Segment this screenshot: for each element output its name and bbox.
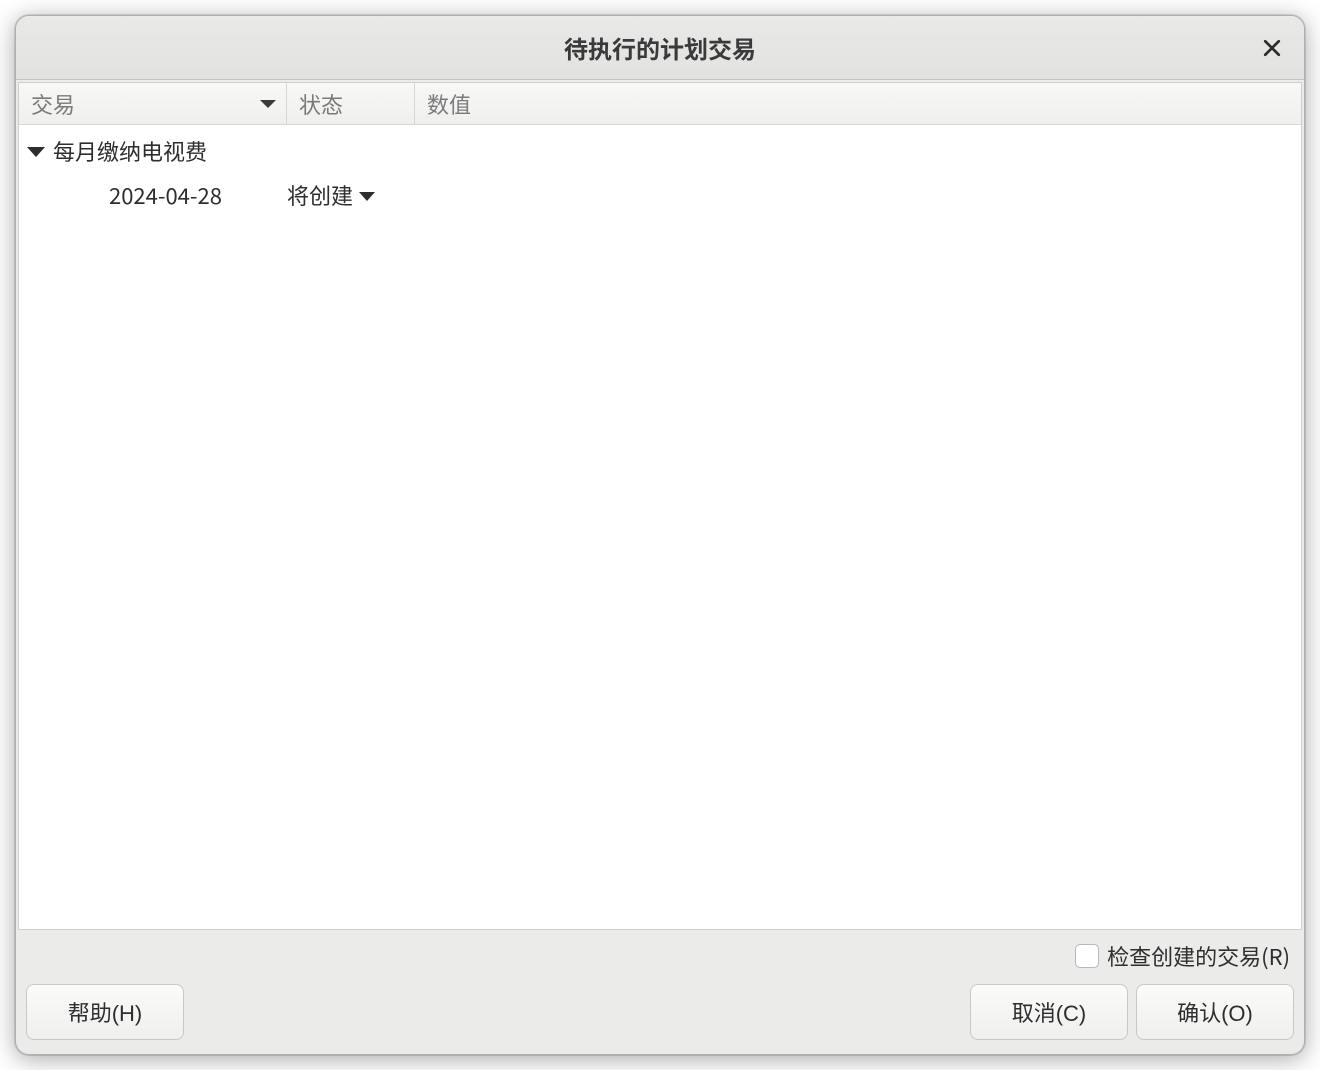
table-row[interactable]: 2024-04-28 将创建: [19, 173, 1301, 217]
dialog-window: 待执行的计划交易 交易 状态 数值: [15, 15, 1305, 1055]
titlebar: 待执行的计划交易: [16, 16, 1304, 80]
column-header-label: 状态: [299, 88, 343, 120]
dialog-footer: 检查创建的交易(R) 帮助(H) 取消(C) 确认(O): [18, 930, 1302, 1054]
disclosure-triangle-icon: [27, 147, 45, 157]
column-header-label: 交易: [31, 88, 75, 120]
review-checkbox-label[interactable]: 检查创建的交易(R): [1107, 940, 1290, 972]
cell-status-dropdown[interactable]: 将创建: [287, 179, 415, 211]
column-header-transaction[interactable]: 交易: [19, 83, 287, 124]
cancel-button[interactable]: 取消(C): [970, 984, 1128, 1040]
button-bar: 帮助(H) 取消(C) 确认(O): [26, 984, 1294, 1040]
column-header-label: 数值: [427, 88, 471, 120]
content-area: 交易 状态 数值 每月缴纳电视费 2024-04-28: [16, 80, 1304, 1054]
table-header: 交易 状态 数值: [19, 83, 1301, 125]
date-text: 2024-04-28: [109, 179, 222, 211]
group-name: 每月缴纳电视费: [53, 135, 207, 167]
cell-date: 2024-04-28: [19, 179, 287, 211]
review-checkbox-row: 检查创建的交易(R): [26, 940, 1294, 972]
chevron-down-icon: [359, 192, 375, 201]
ok-button[interactable]: 确认(O): [1136, 984, 1294, 1040]
close-button[interactable]: [1258, 34, 1286, 62]
dialog-title: 待执行的计划交易: [564, 30, 756, 65]
close-icon: [1263, 39, 1281, 57]
review-checkbox[interactable]: [1075, 944, 1099, 968]
column-header-value[interactable]: 数值: [415, 83, 1301, 124]
scheduled-transactions-table: 交易 状态 数值 每月缴纳电视费 2024-04-28: [18, 82, 1302, 930]
status-text: 将创建: [287, 179, 353, 211]
group-row[interactable]: 每月缴纳电视费: [19, 129, 1301, 173]
help-button[interactable]: 帮助(H): [26, 984, 184, 1040]
sort-indicator-icon: [260, 100, 276, 108]
column-header-status[interactable]: 状态: [287, 83, 415, 124]
buttons-right: 取消(C) 确认(O): [970, 984, 1294, 1040]
table-body: 每月缴纳电视费 2024-04-28 将创建: [19, 125, 1301, 929]
